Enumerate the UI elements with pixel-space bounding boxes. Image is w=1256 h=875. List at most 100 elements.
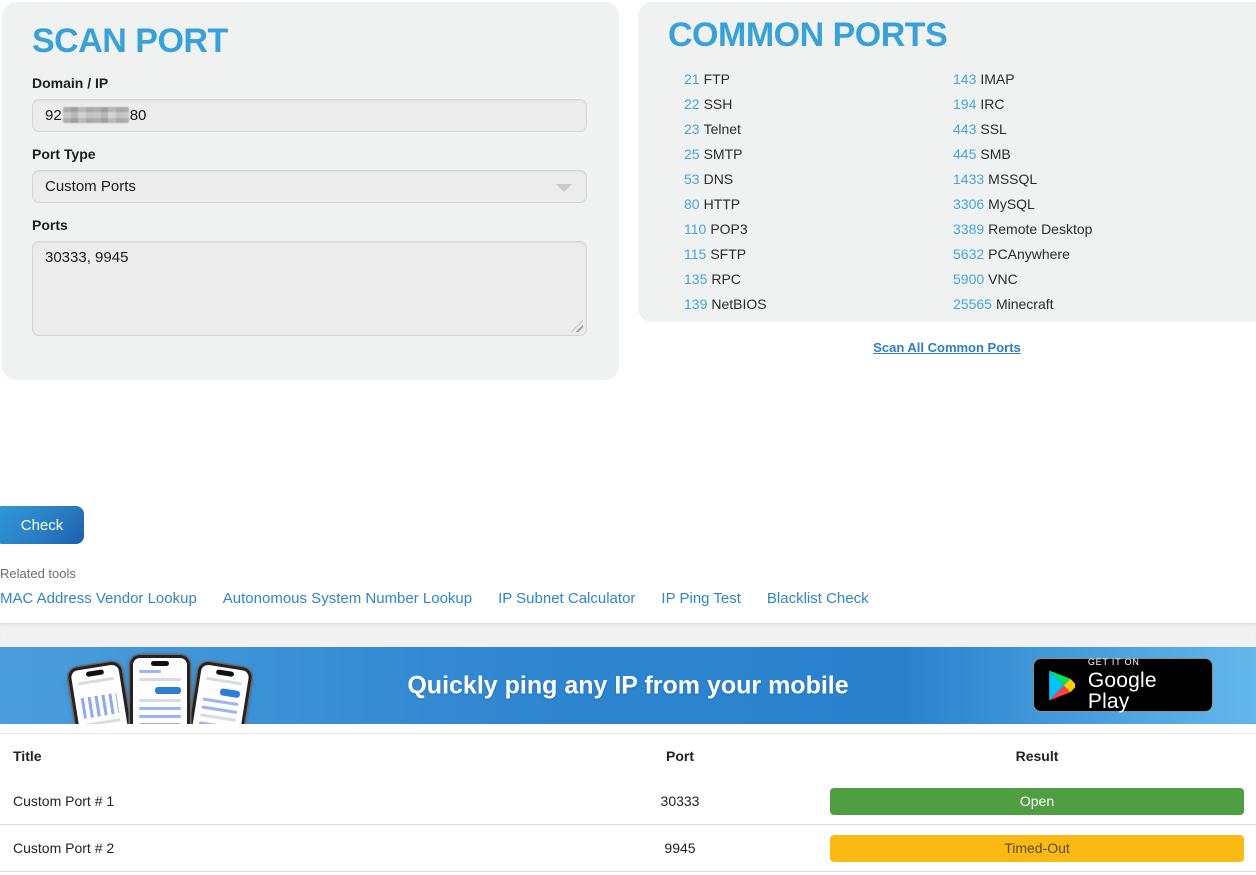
common-port-number: 5900 bbox=[953, 271, 984, 287]
common-port-item[interactable]: 5632PCAnywhere bbox=[953, 246, 1256, 262]
common-port-item[interactable]: 443SSL bbox=[953, 121, 1256, 137]
result-title: Custom Port # 2 bbox=[0, 840, 530, 856]
common-port-item[interactable]: 80HTTP bbox=[684, 196, 953, 212]
common-port-name: SMB bbox=[980, 146, 1010, 162]
common-ports-list: 21FTP 22SSH 23Telnet 25SMTP 53DNS 80HTTP… bbox=[684, 66, 1256, 316]
common-port-item[interactable]: 3389Remote Desktop bbox=[953, 221, 1256, 237]
common-port-item[interactable]: 135RPC bbox=[684, 271, 953, 287]
result-row: Custom Port # 1 30333 Open bbox=[0, 778, 1256, 825]
common-port-name: Minecraft bbox=[996, 296, 1054, 312]
result-status-badge: Open bbox=[830, 788, 1244, 815]
common-port-item[interactable]: 23Telnet bbox=[684, 121, 953, 137]
common-port-number: 80 bbox=[684, 196, 700, 212]
common-port-name: DNS bbox=[704, 171, 734, 187]
common-port-name: SMTP bbox=[704, 146, 743, 162]
common-port-name: SSL bbox=[980, 121, 1006, 137]
common-port-item[interactable]: 53DNS bbox=[684, 171, 953, 187]
domain-ip-input[interactable]: 92 80 bbox=[32, 99, 587, 132]
common-port-number: 22 bbox=[684, 96, 700, 112]
common-port-name: FTP bbox=[704, 71, 730, 87]
domain-ip-label: Domain / IP bbox=[32, 75, 589, 91]
common-port-number: 23 bbox=[684, 121, 700, 137]
result-status-badge: Timed-Out bbox=[830, 835, 1244, 862]
common-port-item[interactable]: 110POP3 bbox=[684, 221, 953, 237]
scan-port-panel: SCAN PORT Domain / IP 92 80 Port Type Cus… bbox=[2, 2, 619, 380]
chevron-down-icon bbox=[556, 184, 572, 192]
common-port-item[interactable]: 143IMAP bbox=[953, 71, 1256, 87]
common-port-name: HTTP bbox=[704, 196, 741, 212]
related-tool-link[interactable]: Blacklist Check bbox=[767, 590, 869, 607]
port-type-selected-value: Custom Ports bbox=[45, 178, 136, 195]
scan-all-common-ports-link[interactable]: Scan All Common Ports bbox=[873, 340, 1021, 355]
common-port-number: 135 bbox=[684, 271, 707, 287]
common-port-number: 143 bbox=[953, 71, 976, 87]
common-port-item[interactable]: 115SFTP bbox=[684, 246, 953, 262]
port-type-select[interactable]: Custom Ports bbox=[32, 170, 587, 203]
common-port-item[interactable]: 3306MySQL bbox=[953, 196, 1256, 212]
common-port-number: 1433 bbox=[953, 171, 984, 187]
scan-results-table: Title Port Result Custom Port # 1 30333 … bbox=[0, 733, 1256, 872]
common-ports-title: COMMON PORTS bbox=[668, 16, 1256, 55]
section-divider-band bbox=[0, 623, 1256, 647]
domain-ip-value-prefix: 92 bbox=[45, 107, 62, 124]
common-port-item[interactable]: 445SMB bbox=[953, 146, 1256, 162]
common-port-number: 3389 bbox=[953, 221, 984, 237]
phone-mockup-center bbox=[130, 655, 190, 724]
domain-ip-value-suffix: 80 bbox=[130, 107, 147, 124]
common-port-number: 110 bbox=[684, 221, 706, 237]
common-port-name: SSH bbox=[704, 96, 733, 112]
resize-handle-icon[interactable] bbox=[571, 320, 583, 332]
common-port-number: 3306 bbox=[953, 196, 984, 212]
common-port-number: 445 bbox=[953, 146, 976, 162]
common-port-name: SFTP bbox=[710, 246, 746, 262]
common-port-name: Telnet bbox=[704, 121, 741, 137]
check-button[interactable]: Check bbox=[0, 506, 84, 544]
related-tool-link[interactable]: IP Subnet Calculator bbox=[498, 590, 635, 607]
port-type-label: Port Type bbox=[32, 146, 589, 162]
result-title: Custom Port # 1 bbox=[0, 793, 530, 809]
common-port-item[interactable]: 22SSH bbox=[684, 96, 953, 112]
related-tool-link[interactable]: Autonomous System Number Lookup bbox=[223, 590, 472, 607]
result-row: Custom Port # 2 9945 Timed-Out bbox=[0, 825, 1256, 872]
common-port-item[interactable]: 25SMTP bbox=[684, 146, 953, 162]
common-port-number: 443 bbox=[953, 121, 976, 137]
related-tool-link[interactable]: IP Ping Test bbox=[661, 590, 741, 607]
common-port-number: 5632 bbox=[953, 246, 984, 262]
common-port-number: 194 bbox=[953, 96, 976, 112]
header-title: Title bbox=[0, 748, 530, 764]
common-port-number: 139 bbox=[684, 296, 707, 312]
common-port-item[interactable]: 1433MSSQL bbox=[953, 171, 1256, 187]
related-tool-link[interactable]: MAC Address Vendor Lookup bbox=[0, 590, 197, 607]
common-port-name: IMAP bbox=[980, 71, 1014, 87]
common-port-name: MSSQL bbox=[988, 171, 1037, 187]
common-port-number: 53 bbox=[684, 171, 700, 187]
common-port-number: 115 bbox=[684, 246, 706, 262]
common-port-number: 25 bbox=[684, 146, 700, 162]
google-play-icon bbox=[1048, 669, 1077, 702]
common-port-name: IRC bbox=[980, 96, 1004, 112]
common-ports-section: COMMON PORTS 21FTP 22SSH 23Telnet 25SMTP… bbox=[638, 2, 1256, 357]
header-result: Result bbox=[830, 748, 1256, 764]
common-port-item[interactable]: 21FTP bbox=[684, 71, 953, 87]
ports-value: 30333, 9945 bbox=[45, 249, 128, 266]
common-port-name: POP3 bbox=[710, 221, 747, 237]
phone-mockup-right bbox=[181, 661, 253, 724]
google-play-text: GET IT ON Google Play bbox=[1088, 658, 1200, 712]
results-header-row: Title Port Result bbox=[0, 734, 1256, 778]
google-play-badge[interactable]: GET IT ON Google Play bbox=[1033, 658, 1213, 712]
common-port-item[interactable]: 194IRC bbox=[953, 96, 1256, 112]
masked-ip-segment bbox=[63, 107, 129, 123]
common-port-name: RPC bbox=[711, 271, 741, 287]
common-port-item[interactable]: 25565Minecraft bbox=[953, 296, 1256, 312]
common-port-number: 21 bbox=[684, 71, 700, 87]
common-port-number: 25565 bbox=[953, 296, 992, 312]
result-port: 30333 bbox=[530, 793, 830, 809]
ports-textarea[interactable]: 30333, 9945 bbox=[32, 241, 587, 336]
common-port-name: VNC bbox=[988, 271, 1018, 287]
common-port-name: NetBIOS bbox=[711, 296, 766, 312]
scan-port-title: SCAN PORT bbox=[32, 22, 589, 61]
common-port-item[interactable]: 139NetBIOS bbox=[684, 296, 953, 312]
common-ports-panel: COMMON PORTS 21FTP 22SSH 23Telnet 25SMTP… bbox=[638, 2, 1256, 322]
related-tools-label: Related tools bbox=[0, 566, 1256, 581]
common-port-item[interactable]: 5900VNC bbox=[953, 271, 1256, 287]
